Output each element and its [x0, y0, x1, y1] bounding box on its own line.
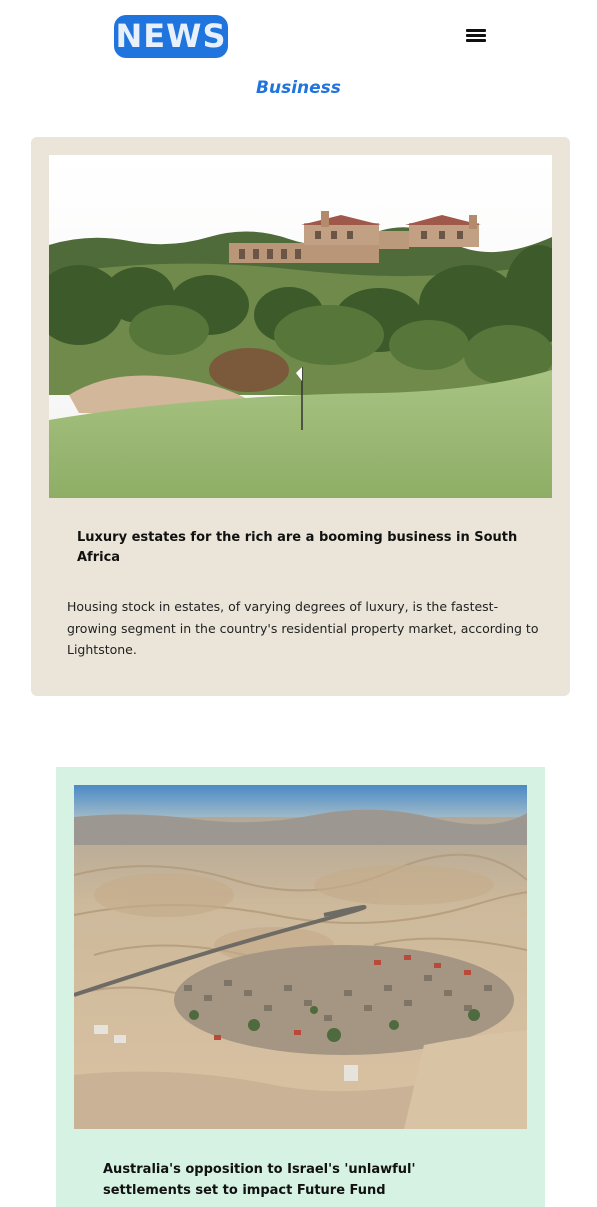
- article-summary: Housing stock in estates, of varying deg…: [67, 599, 539, 657]
- news-logo[interactable]: NEWS: [114, 15, 228, 58]
- article-headline[interactable]: Luxury estates for the rich are a boomin…: [77, 528, 537, 568]
- article-card[interactable]: Australia's opposition to Israel's 'unla…: [56, 767, 545, 1207]
- hamburger-menu-icon[interactable]: [462, 24, 490, 48]
- menu-line: [466, 34, 486, 37]
- menu-line: [466, 29, 486, 32]
- article-image-settlement[interactable]: [74, 785, 527, 1129]
- article-card[interactable]: Luxury estates for the rich are a boomin…: [31, 137, 570, 696]
- article-image-golf-estate[interactable]: [49, 155, 552, 498]
- site-header: NEWS: [0, 0, 597, 70]
- article-headline[interactable]: Australia's opposition to Israel's 'unla…: [103, 1159, 503, 1201]
- section-title: Business: [256, 78, 341, 98]
- menu-line: [466, 39, 486, 42]
